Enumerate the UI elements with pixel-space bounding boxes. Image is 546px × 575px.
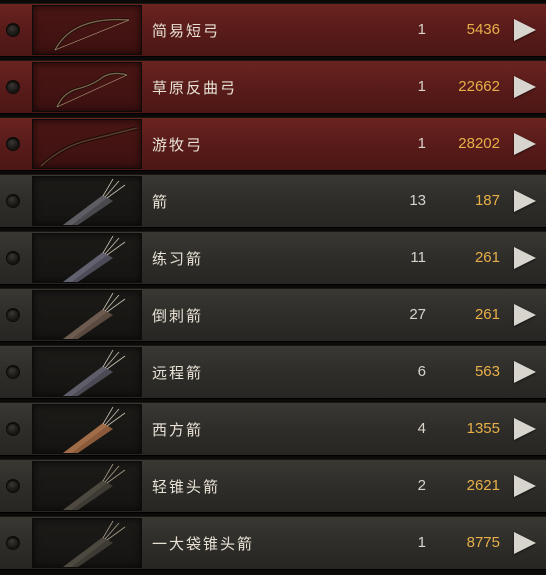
transfer-arrow-icon[interactable]	[514, 304, 536, 326]
item-quantity: 1	[417, 534, 426, 551]
select-dot-icon[interactable]	[7, 423, 19, 435]
inventory-list: 简易短弓 1 5436 草原反曲弓 1 22662 游牧弓 1 28202 箭 …	[0, 0, 546, 575]
quiver-icon	[32, 176, 142, 226]
select-dot-icon[interactable]	[7, 480, 19, 492]
item-name: 倒刺箭	[152, 307, 204, 325]
item-row[interactable]: 游牧弓 1 28202	[0, 117, 546, 171]
recurve-bow-icon	[32, 62, 142, 112]
item-name: 轻锥头箭	[152, 478, 221, 496]
item-row[interactable]: 倒刺箭 27 261	[0, 288, 546, 342]
item-quantity: 6	[417, 363, 426, 380]
item-name: 游牧弓	[152, 136, 204, 154]
item-row[interactable]: 草原反曲弓 1 22662	[0, 60, 546, 114]
quiver-icon	[32, 233, 142, 283]
item-row[interactable]: 远程箭 6 563	[0, 345, 546, 399]
item-price: 8775	[466, 534, 500, 551]
item-quantity: 27	[409, 306, 426, 323]
item-row[interactable]: 一大袋锥头箭 1 8775	[0, 516, 546, 570]
transfer-arrow-icon[interactable]	[514, 133, 536, 155]
item-quantity: 1	[417, 78, 426, 95]
quiver-icon	[32, 518, 142, 568]
item-price: 22662	[458, 78, 500, 95]
item-price: 187	[474, 192, 500, 209]
item-price: 261	[474, 249, 500, 266]
item-quantity: 13	[409, 192, 426, 209]
select-dot-icon[interactable]	[7, 138, 19, 150]
transfer-arrow-icon[interactable]	[514, 532, 536, 554]
item-name: 一大袋锥头箭	[152, 535, 255, 553]
quiver-icon	[32, 461, 142, 511]
select-dot-icon[interactable]	[7, 24, 19, 36]
item-price: 1355	[466, 420, 500, 437]
item-price: 2621	[466, 477, 500, 494]
transfer-arrow-icon[interactable]	[514, 418, 536, 440]
item-quantity: 11	[410, 249, 426, 266]
item-row[interactable]: 简易短弓 1 5436	[0, 3, 546, 57]
item-quantity: 4	[417, 420, 426, 437]
short-bow-icon	[32, 5, 142, 55]
item-name: 练习箭	[152, 250, 204, 268]
transfer-arrow-icon[interactable]	[514, 19, 536, 41]
item-price: 5436	[466, 21, 500, 38]
select-dot-icon[interactable]	[7, 366, 19, 378]
quiver-icon	[32, 404, 142, 454]
item-row[interactable]: 练习箭 11 261	[0, 231, 546, 285]
select-dot-icon[interactable]	[7, 252, 19, 264]
transfer-arrow-icon[interactable]	[514, 76, 536, 98]
transfer-arrow-icon[interactable]	[514, 361, 536, 383]
item-quantity: 2	[417, 477, 426, 494]
item-name: 草原反曲弓	[152, 79, 238, 97]
item-price: 261	[474, 306, 500, 323]
item-name: 箭	[152, 193, 170, 211]
select-dot-icon[interactable]	[7, 309, 19, 321]
item-price: 28202	[458, 135, 500, 152]
item-price: 563	[474, 363, 500, 380]
transfer-arrow-icon[interactable]	[514, 475, 536, 497]
item-row[interactable]: 西方箭 4 1355	[0, 402, 546, 456]
item-row[interactable]: 箭 13 187	[0, 174, 546, 228]
select-dot-icon[interactable]	[7, 195, 19, 207]
transfer-arrow-icon[interactable]	[514, 247, 536, 269]
item-quantity: 1	[417, 135, 426, 152]
select-dot-icon[interactable]	[7, 537, 19, 549]
quiver-icon	[32, 290, 142, 340]
item-name: 西方箭	[152, 421, 204, 439]
select-dot-icon[interactable]	[7, 81, 19, 93]
item-quantity: 1	[417, 21, 426, 38]
item-row[interactable]: 轻锥头箭 2 2621	[0, 459, 546, 513]
quiver-icon	[32, 347, 142, 397]
item-name: 简易短弓	[152, 22, 221, 40]
transfer-arrow-icon[interactable]	[514, 190, 536, 212]
nomad-bow-icon	[32, 119, 142, 169]
item-name: 远程箭	[152, 364, 204, 382]
